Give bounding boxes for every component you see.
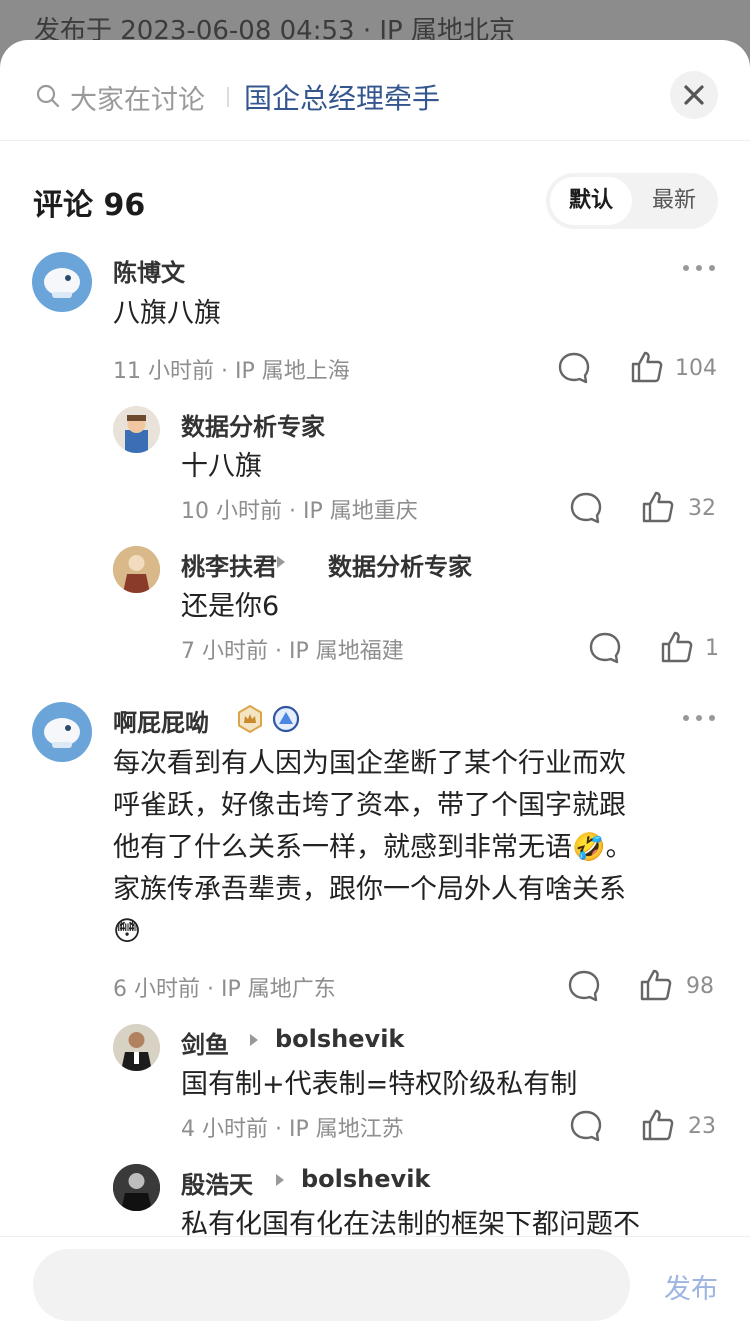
publish-button[interactable]: 发布	[664, 1267, 718, 1306]
comment-meta: 11 小时前 · IP 属地上海	[113, 359, 350, 384]
reply-text: 还是你6	[181, 591, 280, 622]
reply-text: 十八旗	[181, 451, 262, 482]
comment-author[interactable]: 啊屁屁呦	[113, 703, 209, 738]
comments-sheet: 大家在讨论 国企总经理牵手 评论 96 默认 最新 陈博文 八旗八旗 11 小时…	[0, 40, 750, 1334]
search-label: 大家在讨论	[70, 85, 205, 116]
level-badge-icon	[272, 705, 300, 733]
like-count: 104	[675, 356, 717, 381]
reply-icon[interactable]	[557, 351, 591, 385]
reply-author[interactable]: 剑鱼	[181, 1025, 229, 1060]
like-icon[interactable]	[660, 630, 694, 664]
comment-text-line: 家族传承吾辈责，跟你一个局外人有啥关系	[113, 874, 626, 905]
crown-badge-icon	[238, 705, 262, 733]
comment-text-line: 呼雀跃，好像击垮了资本，带了个国字就跟	[113, 790, 626, 821]
avatar[interactable]	[32, 252, 92, 312]
reply-to-user[interactable]: 数据分析专家	[328, 547, 472, 582]
more-icon[interactable]	[682, 263, 716, 273]
reply-meta: 7 小时前 · IP 属地福建	[181, 639, 404, 664]
close-button[interactable]	[670, 71, 718, 119]
sort-newest-tab[interactable]: 最新	[636, 177, 712, 225]
more-icon[interactable]	[682, 713, 716, 723]
reply-meta: 10 小时前 · IP 属地重庆	[181, 499, 418, 524]
comment-input[interactable]	[33, 1249, 630, 1321]
like-count: 98	[686, 974, 714, 999]
sheet-header: 大家在讨论 国企总经理牵手	[0, 40, 750, 141]
avatar[interactable]	[32, 702, 92, 762]
reply-text: 国有制+代表制=特权阶级私有制	[181, 1069, 578, 1100]
sort-toggle: 默认 最新	[546, 173, 718, 229]
search-icon	[36, 84, 60, 108]
close-icon	[684, 85, 704, 105]
like-count: 1	[705, 636, 719, 661]
like-count: 23	[688, 1114, 716, 1139]
like-icon[interactable]	[630, 350, 664, 384]
reply-to-user[interactable]: bolshevik	[301, 1165, 430, 1193]
like-count: 32	[688, 496, 716, 521]
reply-author[interactable]: 殷浩天	[181, 1165, 253, 1200]
comment-text-line: 他有了什么关系一样，就感到非常无语🤣。	[113, 832, 633, 863]
reply-icon[interactable]	[588, 631, 622, 665]
topic-link[interactable]: 国企总经理牵手	[244, 77, 440, 117]
comment-meta: 6 小时前 · IP 属地广东	[113, 977, 336, 1002]
reply-icon[interactable]	[567, 969, 601, 1003]
comment-author[interactable]: 陈博文	[113, 253, 185, 288]
like-icon[interactable]	[641, 490, 675, 524]
avatar[interactable]	[113, 1164, 160, 1211]
avatar[interactable]	[113, 406, 160, 453]
reply-author[interactable]: 桃李扶君	[181, 547, 277, 582]
reply-to-user[interactable]: bolshevik	[275, 1025, 404, 1053]
comment-composer: 发布	[0, 1236, 750, 1334]
comment-text-line: 😳	[113, 916, 142, 947]
like-icon[interactable]	[641, 1108, 675, 1142]
like-icon[interactable]	[639, 968, 673, 1002]
reply-icon[interactable]	[569, 491, 603, 525]
divider	[227, 87, 229, 107]
comment-text-line: 每次看到有人因为国企垄断了某个行业而欢	[113, 748, 626, 779]
reply-to-arrow-icon	[277, 556, 285, 568]
reply-meta: 4 小时前 · IP 属地江苏	[181, 1117, 404, 1142]
avatar[interactable]	[113, 1024, 160, 1071]
reply-icon[interactable]	[569, 1109, 603, 1143]
comment-text: 八旗八旗	[113, 298, 221, 329]
comments-count-title: 评论 96	[33, 188, 146, 223]
reply-to-arrow-icon	[276, 1174, 284, 1186]
sort-default-tab[interactable]: 默认	[550, 177, 632, 225]
reply-to-arrow-icon	[250, 1034, 258, 1046]
avatar[interactable]	[113, 546, 160, 593]
reply-author[interactable]: 数据分析专家	[181, 407, 325, 442]
